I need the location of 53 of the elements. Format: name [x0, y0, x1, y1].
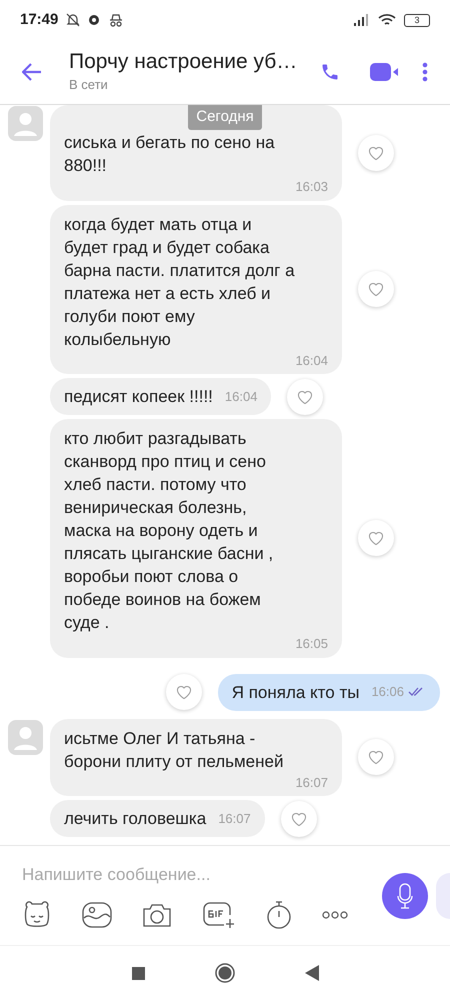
more-icon[interactable] — [422, 62, 428, 82]
chat-title: Порчу настроение уб… — [69, 49, 298, 76]
back-arrow-icon[interactable] — [22, 63, 42, 81]
heart-icon — [367, 144, 385, 161]
heart-icon — [367, 281, 385, 298]
signal-icon — [354, 14, 370, 26]
recent-apps-button[interactable] — [132, 966, 144, 980]
home-button[interactable] — [214, 963, 234, 983]
like-button[interactable] — [358, 271, 394, 308]
battery-icon: 3 — [404, 14, 430, 26]
online-status: В сети — [69, 76, 109, 94]
message-text: лечить головешка — [64, 808, 206, 830]
message-time: 16:04 — [224, 388, 258, 406]
heart-icon — [367, 530, 385, 546]
more-options-icon[interactable] — [322, 911, 348, 920]
back-button[interactable] — [304, 965, 318, 981]
message-time: 16:05 — [295, 635, 328, 653]
message-time: 16:07 — [295, 774, 328, 792]
message-time: 16:07 — [218, 810, 251, 828]
heart-icon — [296, 388, 314, 404]
message-text: педисят копеек !!!!! — [64, 386, 213, 408]
like-button[interactable] — [287, 378, 324, 414]
message-text: Я поняла кто ты — [232, 682, 360, 704]
like-button[interactable] — [358, 520, 394, 556]
message-time: 16:04 — [295, 352, 328, 370]
sticker-face-icon[interactable] — [22, 901, 52, 930]
incognito-icon — [109, 13, 124, 27]
phone-icon[interactable] — [320, 62, 340, 82]
date-badge: Сегодня — [188, 105, 262, 130]
like-button[interactable] — [358, 134, 394, 171]
microphone-icon — [397, 882, 413, 908]
message-text: кто любит разгадывать сканворд про птиц и сено хлеб пасти. потому что венирическая болезнь, маска на ворону одеть и плясать цыганские басни , воробьи поют слова о победе воинов на божем суде . — [64, 428, 274, 634]
like-button[interactable] — [166, 674, 202, 710]
message-time: 16:06 — [371, 683, 404, 701]
message-input[interactable]: Напишите сообщение... — [22, 862, 342, 888]
message-time: 16:03 — [295, 178, 328, 196]
heart-icon — [174, 684, 193, 700]
camera-icon[interactable] — [142, 902, 172, 928]
heart-icon — [367, 749, 385, 766]
message-text: сиська и бегать по сено на 880!!! — [64, 132, 276, 177]
like-button[interactable] — [358, 739, 394, 776]
microphone-button[interactable] — [382, 872, 428, 918]
wifi-icon — [378, 14, 396, 26]
clock-time: 17:49 — [20, 10, 58, 30]
bell-off-icon — [66, 13, 80, 27]
gif-icon[interactable] — [202, 901, 236, 930]
message-text: когда будет мать отца и будет град и будет собака барна пасти. платится долг а платежа нет а есть хлеб и голуби поют ему колыбельную — [64, 214, 296, 350]
like-button[interactable] — [280, 800, 317, 836]
video-camera-icon[interactable] — [370, 63, 400, 81]
image-icon[interactable] — [82, 902, 112, 928]
timer-icon[interactable] — [266, 901, 292, 930]
message-text: исьтме Олег И татьяна - борони плиту от пельменей — [64, 728, 284, 772]
heart-icon — [290, 810, 308, 826]
